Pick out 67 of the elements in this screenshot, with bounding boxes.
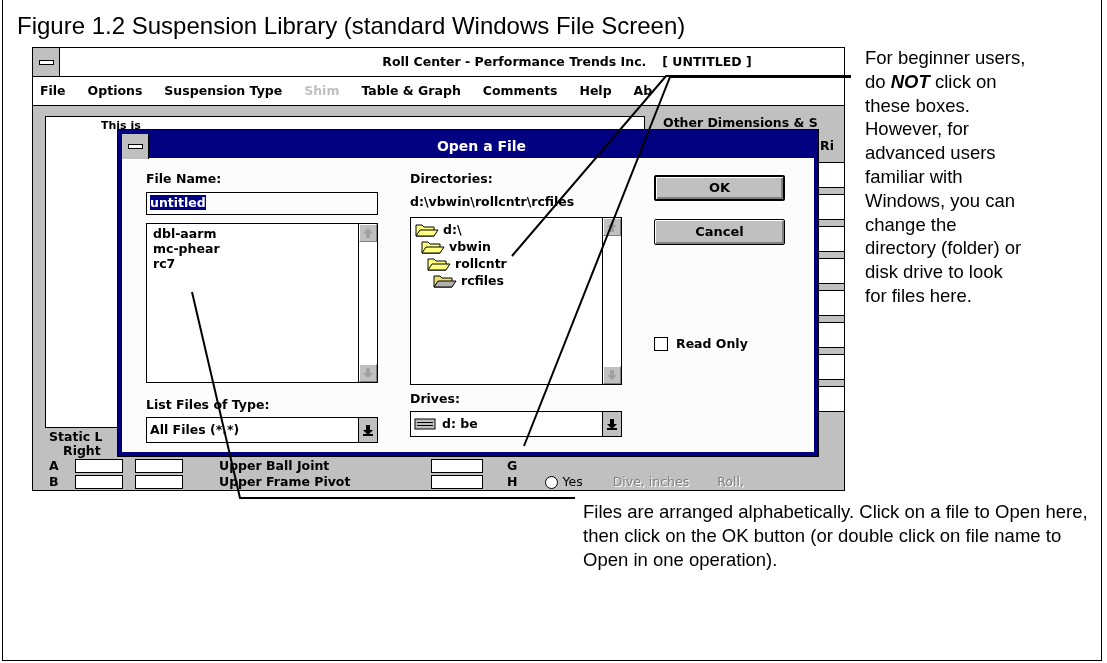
menu-item[interactable]: Suspension Type (164, 81, 283, 101)
window-title: Roll Center - Performance Trends Inc. (382, 52, 647, 71)
input-cell[interactable] (75, 475, 123, 489)
ok-button[interactable]: OK (654, 175, 785, 201)
up-arrow-icon (362, 227, 374, 239)
list-entry[interactable]: mc-phear (153, 241, 220, 256)
menu-item[interactable]: Table & Graph (361, 81, 461, 101)
field-label: File Name: (146, 170, 223, 188)
menu-item[interactable]: Ab (633, 81, 653, 101)
menu-item[interactable]: File (40, 81, 66, 101)
cancel-button[interactable]: Cancel (654, 219, 785, 245)
input-cell[interactable] (818, 225, 844, 252)
down-arrow-icon (362, 424, 374, 436)
directory-item[interactable]: rollcntr (427, 255, 507, 271)
input-cell[interactable] (818, 385, 844, 412)
annotation-text: For beginner users, do NOT click on these boxes. However, for advanced users familiar with Windows, you can change the directory (folder) or disk drive to look for files here. (865, 46, 1026, 308)
input-cell[interactable] (818, 161, 844, 188)
scroll-down-button[interactable] (359, 364, 377, 382)
scroll-down-button[interactable] (603, 366, 621, 384)
column-label: Ri (819, 136, 835, 155)
down-arrow-icon (606, 418, 618, 430)
directory-item[interactable]: rcfiles (433, 272, 505, 288)
document-name: [ UNTITLED ] (662, 52, 752, 71)
system-menu-button[interactable] (33, 48, 60, 76)
annotation-text: Files are arranged alphabetically. Click on a file to Open here, then click on the OK button (or double click on file name to Open in one operation). (583, 500, 1089, 572)
group-label: Static L (49, 430, 104, 444)
menu-item[interactable]: Options (87, 81, 143, 101)
menu-item[interactable]: Help (579, 81, 612, 101)
input-cell[interactable] (431, 475, 483, 489)
figure-title: Figure 1.2 Suspension Library (standard Windows File Screen) (17, 12, 687, 40)
list-entry[interactable]: dbl-aarm (153, 226, 217, 241)
file-list[interactable]: dbl-aarm mc-phear rc7 (146, 223, 378, 383)
row-label: B (48, 472, 60, 490)
row-label: G (507, 456, 518, 475)
up-arrow-icon (606, 221, 618, 233)
group-label: Other Dimensions & S (663, 114, 818, 132)
directory-list[interactable]: d:\ vbwin rollcntr rcfiles (410, 217, 622, 385)
down-arrow-icon (606, 369, 618, 381)
input-cell[interactable] (818, 257, 844, 284)
input-cell[interactable] (75, 459, 123, 473)
radio-button[interactable]: Yes (545, 472, 583, 490)
row-label: A (48, 456, 60, 475)
description-text: This is (101, 119, 141, 132)
field-label: Directories: (410, 170, 494, 188)
directory-item[interactable]: d:\ (415, 221, 462, 237)
down-arrow-icon (362, 367, 374, 379)
input-cell[interactable] (431, 459, 483, 473)
field-label: Roll, (717, 472, 744, 490)
file-name-field[interactable]: untitled (146, 192, 378, 215)
menu-item[interactable]: Comments (482, 81, 558, 101)
field-label: Drives: (410, 390, 461, 408)
dropdown[interactable]: d: be (410, 411, 622, 437)
dialog-title: Open a File (435, 136, 528, 156)
input-cell[interactable] (818, 321, 844, 348)
list-entry[interactable]: rc7 (153, 256, 176, 271)
system-menu-button[interactable] (122, 133, 149, 159)
directory-item[interactable]: vbwin (421, 238, 491, 254)
input-cell[interactable] (818, 289, 844, 316)
drive-icon (414, 418, 436, 430)
field-label: Dive, inches (612, 472, 690, 490)
input-cell[interactable] (818, 193, 844, 220)
input-cell[interactable] (135, 459, 183, 473)
input-cell[interactable] (135, 475, 183, 489)
row-label: H (507, 472, 518, 490)
checkbox[interactable]: Read Only (654, 335, 785, 354)
column-label: Right (63, 444, 102, 458)
input-cell[interactable] (818, 353, 844, 380)
